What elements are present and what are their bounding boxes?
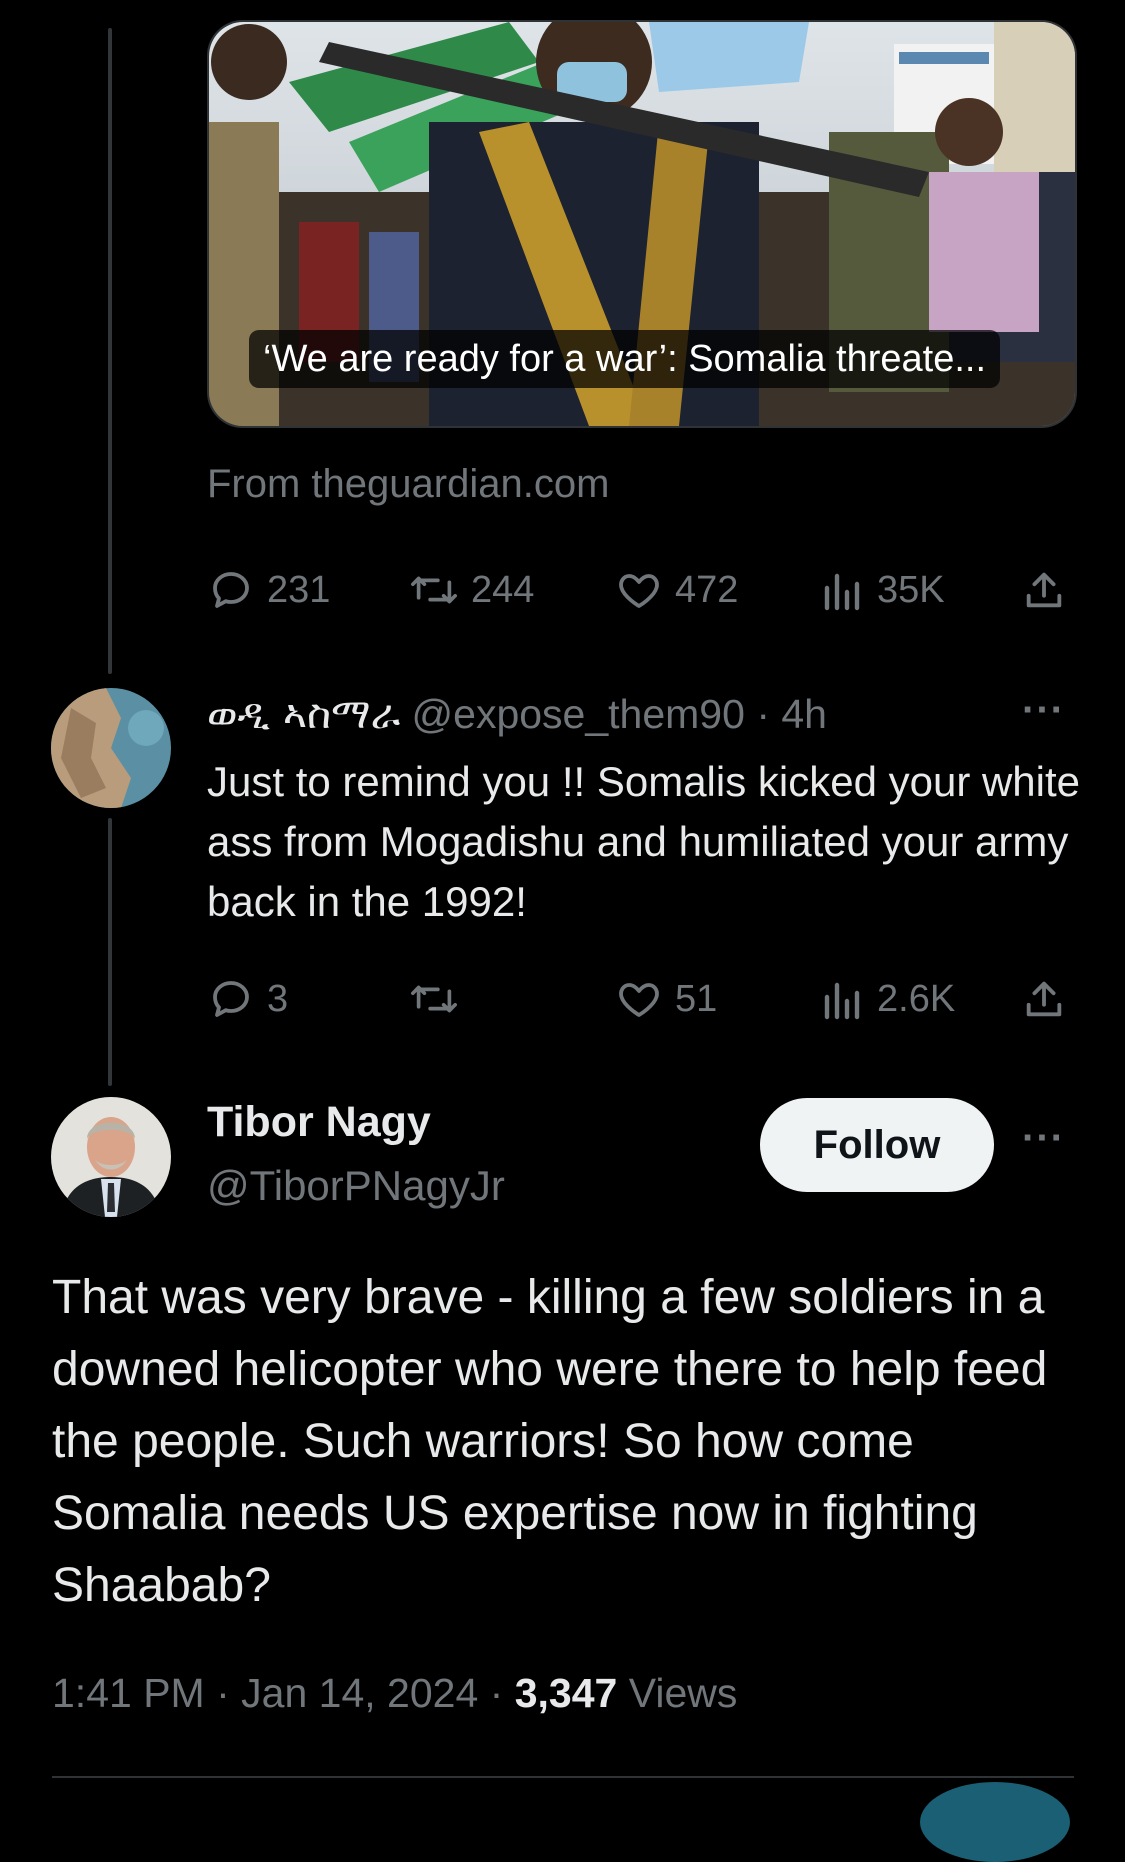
author-avatar[interactable] bbox=[51, 1097, 171, 1217]
views-count: 35K bbox=[877, 568, 945, 611]
like-action[interactable]: 472 bbox=[615, 560, 738, 620]
tweet-views-count: 3,347 bbox=[514, 1670, 618, 1716]
like-action[interactable]: 51 bbox=[615, 969, 717, 1029]
reply-icon bbox=[213, 572, 249, 608]
reply-avatar[interactable] bbox=[51, 688, 171, 808]
views-icon bbox=[824, 573, 860, 611]
reply-count: 3 bbox=[267, 977, 289, 1020]
divider bbox=[52, 1776, 1074, 1778]
share-action[interactable] bbox=[1021, 969, 1067, 1029]
retweet-icon bbox=[411, 576, 457, 604]
parent-tweet-actions: 231 244 472 35K bbox=[207, 560, 1073, 620]
author-handle[interactable]: @TiborPNagyJr bbox=[207, 1162, 505, 1210]
retweet-icon bbox=[411, 985, 457, 1013]
reply-actions: 3 51 2.6K bbox=[207, 969, 1073, 1029]
link-source[interactable]: From theguardian.com bbox=[207, 462, 609, 507]
reply-count: 231 bbox=[267, 568, 331, 611]
reply-action[interactable]: 231 bbox=[207, 560, 330, 620]
tweet-views-label: Views bbox=[628, 1670, 738, 1716]
like-count: 51 bbox=[675, 977, 718, 1020]
heart-icon bbox=[619, 983, 659, 1017]
meta-separator: · bbox=[216, 1670, 230, 1716]
share-action[interactable] bbox=[1021, 560, 1067, 620]
reply-icon bbox=[213, 981, 249, 1017]
reply-handle[interactable]: @expose_them90 bbox=[412, 691, 745, 737]
thread-line-top bbox=[108, 28, 112, 674]
author-name[interactable]: Tibor Nagy bbox=[207, 1098, 431, 1147]
tweet-time[interactable]: 1:41 PM bbox=[52, 1670, 205, 1716]
share-icon bbox=[1026, 572, 1062, 608]
retweet-action[interactable]: 244 bbox=[409, 560, 534, 620]
meta-separator: · bbox=[489, 1670, 504, 1716]
retweet-action[interactable] bbox=[409, 969, 471, 1029]
main-tweet-text: That was very brave - killing a few sold… bbox=[52, 1271, 1048, 1612]
link-card-headline: ‘We are ready for a war’: Somalia threat… bbox=[249, 330, 1001, 388]
reply-text: Just to remind you !! Somalis kicked you… bbox=[207, 758, 1081, 925]
link-card[interactable]: ‘We are ready for a war’: Somalia threat… bbox=[207, 20, 1077, 428]
reply-header: ወዲ ኣስማራ @expose_them90 · 4h bbox=[207, 690, 827, 739]
floating-button-edge[interactable] bbox=[920, 1782, 1070, 1862]
like-count: 472 bbox=[675, 568, 739, 611]
views-count: 2.6K bbox=[877, 977, 956, 1020]
thread-line-middle bbox=[108, 818, 112, 1086]
heart-icon bbox=[619, 574, 659, 608]
tweet-date[interactable]: Jan 14, 2024 bbox=[241, 1670, 478, 1716]
reply-more-icon[interactable]: ··· bbox=[1022, 688, 1065, 733]
share-icon bbox=[1026, 981, 1062, 1017]
views-icon bbox=[824, 982, 860, 1020]
reply-display-name[interactable]: ወዲ ኣስማራ bbox=[207, 690, 400, 738]
reply-action[interactable]: 3 bbox=[207, 969, 288, 1029]
author-more-icon[interactable]: ··· bbox=[1022, 1116, 1065, 1161]
reply-time[interactable]: · 4h bbox=[756, 691, 827, 737]
tweet-meta: 1:41 PM · Jan 14, 2024 · 3,347 Views bbox=[52, 1670, 737, 1717]
follow-button[interactable]: Follow bbox=[760, 1098, 994, 1192]
retweet-count: 244 bbox=[471, 568, 535, 611]
views-action[interactable]: 35K bbox=[821, 560, 945, 620]
views-action[interactable]: 2.6K bbox=[821, 969, 955, 1029]
